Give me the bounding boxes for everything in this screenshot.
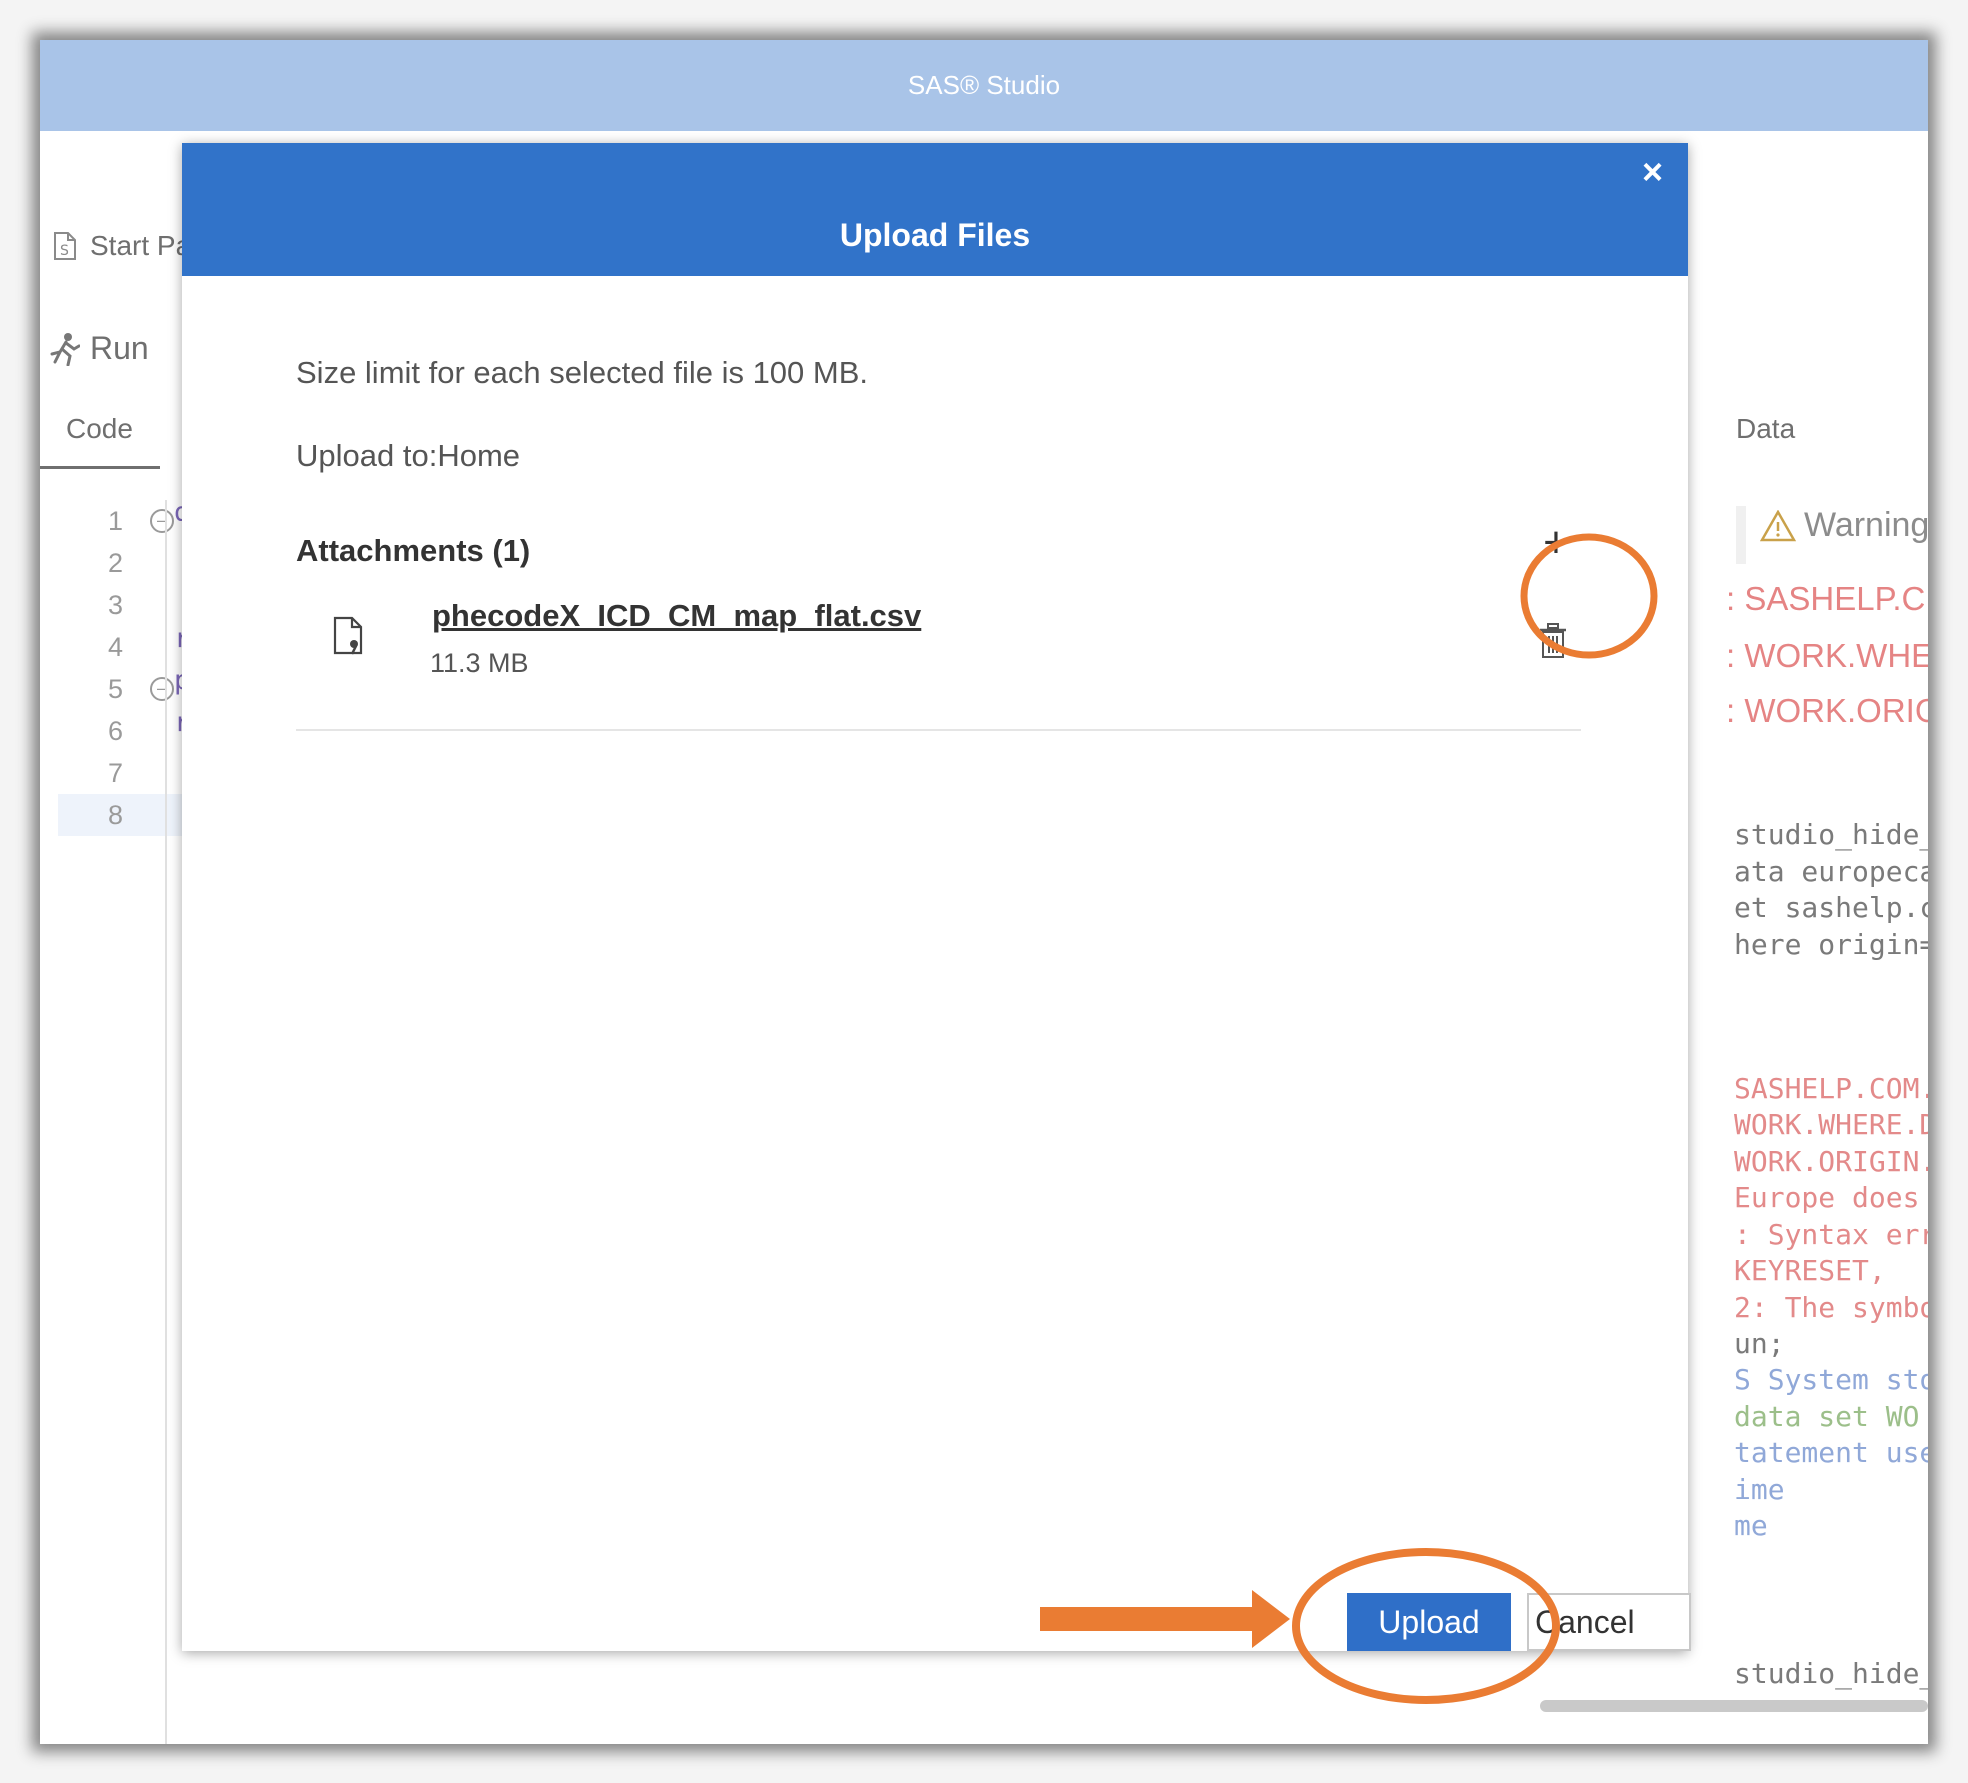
log-line: Europe does bbox=[1734, 1181, 1920, 1214]
close-icon[interactable]: × bbox=[1642, 151, 1663, 193]
app-title-bar: SAS® Studio bbox=[40, 40, 1928, 131]
file-icon bbox=[333, 616, 363, 655]
plus-icon[interactable]: + bbox=[1532, 521, 1580, 569]
log-line: me bbox=[1734, 1509, 1768, 1542]
log-line: S System sto bbox=[1734, 1363, 1928, 1396]
dialog-header bbox=[182, 143, 1688, 276]
upload-button[interactable]: Upload bbox=[1347, 1593, 1511, 1651]
log-line: 2: The symbo bbox=[1734, 1291, 1928, 1324]
log-line: WORK.ORIGIN. bbox=[1734, 1145, 1928, 1178]
tab-code-label: Code bbox=[66, 413, 133, 444]
log-link[interactable]: : SASHELP.C bbox=[1726, 580, 1925, 618]
log-line: studio_hide_ bbox=[1734, 1657, 1928, 1690]
log-line: WORK.WHERE.D bbox=[1734, 1108, 1928, 1141]
upload-files-dialog: Upload Files × Size limit for each selec… bbox=[182, 143, 1691, 1651]
log-line: ata europeca bbox=[1734, 855, 1928, 888]
log-line: un; bbox=[1734, 1327, 1785, 1360]
tab-output-data[interactable]: Data bbox=[1736, 413, 1795, 445]
run-button[interactable]: Run bbox=[48, 330, 149, 367]
log-line: SASHELP.COM. bbox=[1734, 1072, 1928, 1105]
trash-icon[interactable] bbox=[1538, 623, 1568, 659]
log-line: tatement use bbox=[1734, 1436, 1928, 1469]
log-line: KEYRESET, bbox=[1734, 1254, 1886, 1287]
warnings-filter[interactable]: Warning bbox=[1760, 506, 1928, 545]
collapse-icon[interactable]: – bbox=[150, 677, 174, 701]
gutter-divider bbox=[165, 500, 167, 1744]
run-label: Run bbox=[90, 330, 149, 366]
warning-icon bbox=[1760, 509, 1796, 541]
line-number: 3 bbox=[108, 590, 124, 620]
line-number-current: 8 bbox=[58, 794, 198, 836]
app-title: SAS® Studio bbox=[907, 70, 1061, 100]
svg-text:S: S bbox=[60, 243, 69, 259]
log-line: : Syntax err bbox=[1734, 1218, 1928, 1251]
dialog-title: Upload Files bbox=[839, 217, 1031, 253]
log-line: ime bbox=[1734, 1473, 1785, 1506]
attachment-file-size: 11.3 MB bbox=[430, 648, 529, 678]
collapse-icon[interactable]: – bbox=[150, 509, 174, 533]
upload-destination-text: Upload to:Home bbox=[296, 438, 521, 473]
attachment-file-name[interactable]: phecodeX_ICD_CM_map_flat.csv bbox=[432, 598, 921, 634]
warnings-label: Warning bbox=[1804, 506, 1928, 544]
line-number: 7 bbox=[108, 758, 124, 788]
cancel-button[interactable]: Cancel bbox=[1527, 1593, 1691, 1651]
line-number: 2 bbox=[108, 548, 124, 578]
attachment-divider bbox=[296, 729, 1581, 731]
log-line: studio_hide_ bbox=[1734, 818, 1928, 851]
size-limit-text: Size limit for each selected file is 100… bbox=[296, 355, 869, 390]
attachments-heading: Attachments (1) bbox=[296, 533, 531, 568]
tab-output-data-label: Data bbox=[1736, 413, 1796, 444]
horizontal-scrollbar[interactable] bbox=[1540, 1700, 1928, 1712]
tab-code-underline bbox=[40, 466, 160, 469]
log-link[interactable]: : WORK.ORIG bbox=[1726, 692, 1928, 730]
log-line: et sashelp.c bbox=[1734, 891, 1928, 924]
log-line: here origin= bbox=[1734, 928, 1928, 961]
log-link[interactable]: : WORK.WHE bbox=[1726, 637, 1928, 675]
tab-code[interactable]: Code bbox=[66, 413, 133, 445]
start-page-icon: S bbox=[54, 232, 76, 260]
log-filter-box bbox=[1736, 506, 1746, 564]
run-icon bbox=[50, 332, 80, 366]
log-line: data set WO bbox=[1734, 1400, 1920, 1433]
